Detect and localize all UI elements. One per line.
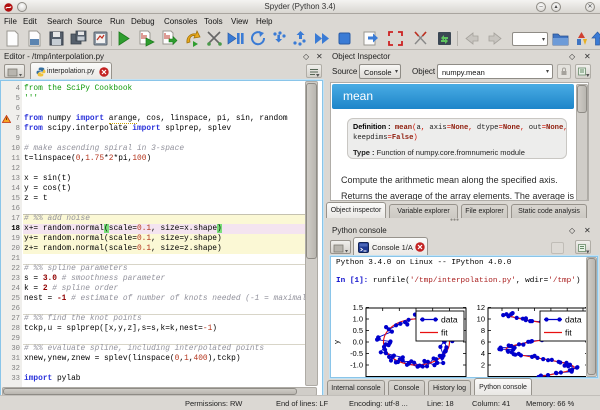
svg-text:fit: fit: [565, 328, 572, 338]
svg-text:6: 6: [481, 338, 485, 347]
svg-text:y: y: [332, 340, 341, 344]
svg-text:data: data: [441, 315, 458, 325]
svg-text:fit: fit: [441, 328, 448, 338]
svg-text:-0.5: -0.5: [350, 349, 363, 358]
svg-text:data: data: [565, 315, 582, 325]
svg-text:1.0: 1.0: [353, 315, 363, 324]
svg-text:2: 2: [481, 361, 485, 370]
svg-text:4: 4: [481, 349, 485, 358]
svg-text:1.5: 1.5: [353, 303, 363, 312]
svg-text:12: 12: [477, 303, 485, 312]
svg-text:0.5: 0.5: [353, 326, 363, 335]
svg-text:8: 8: [481, 326, 485, 335]
svg-text:10: 10: [477, 315, 485, 324]
svg-text:0.0: 0.0: [353, 338, 363, 347]
svg-text:-1.0: -1.0: [350, 361, 363, 370]
